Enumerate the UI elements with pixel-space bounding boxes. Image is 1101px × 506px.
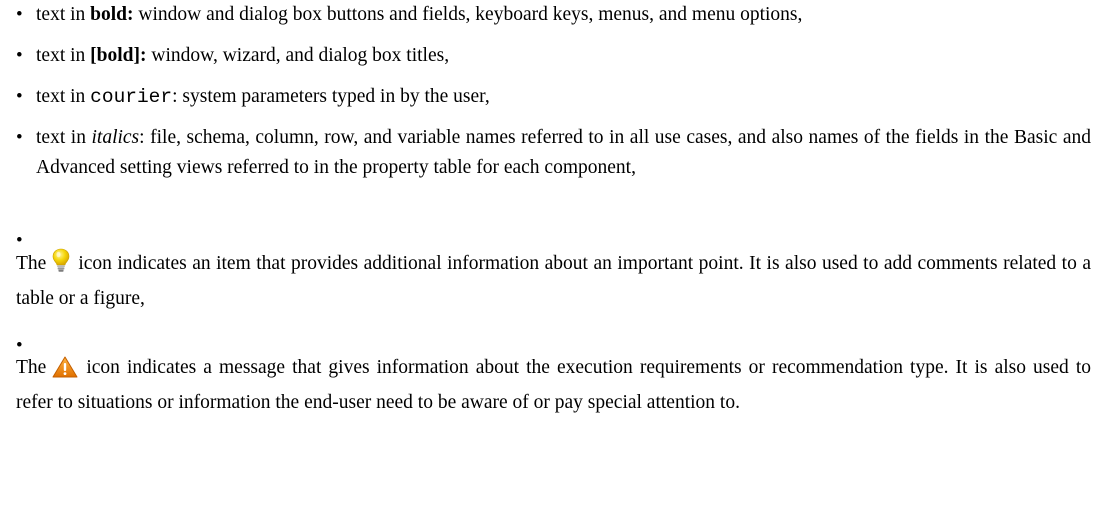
list-item-courier: • text in courier: system parameters typ… [16, 82, 1091, 112]
lightbulb-icon [52, 248, 70, 284]
list-item-tip: • The icon indicates an item that provid… [16, 226, 1091, 314]
bracket-bold-sample: [bold]: [90, 45, 147, 66]
list-item-bracket-bold: • text in [bold]: window, wizard, and di… [16, 41, 1091, 71]
tip-paragraph: The icon indicates an item that provides… [16, 248, 1091, 314]
item-description: window and dialog box buttons and fields… [133, 4, 803, 25]
list-item-text: text in bold: window and dialog box butt… [36, 0, 1091, 30]
document-page: • text in bold: window and dialog box bu… [0, 0, 1101, 506]
item-prefix: text in [36, 45, 91, 66]
bullet: • [16, 4, 23, 25]
bold-sample: bold: [90, 4, 134, 25]
italics-sample: italics [91, 127, 140, 148]
item-prefix: text in [36, 86, 91, 107]
bullet: • [16, 127, 23, 148]
list-item-warning: • The icon indicates a message that give… [16, 331, 1091, 418]
list-item-text: text in [bold]: window, wizard, and dial… [36, 41, 1091, 71]
item-description: icon indicates an item that provides add… [16, 253, 1091, 309]
item-description: icon indicates a message that gives info… [16, 357, 1091, 413]
list-item-text: text in italics: file, schema, column, r… [36, 123, 1091, 183]
list-item-text: text in courier: system parameters typed… [36, 82, 1091, 112]
item-prefix: The [16, 253, 47, 274]
item-prefix: text in [36, 127, 92, 148]
item-prefix: text in [36, 4, 91, 25]
list-item-bold: • text in bold: window and dialog box bu… [16, 0, 1091, 30]
bullet: • [16, 45, 23, 66]
warning-paragraph: The icon indicates a message that gives … [16, 353, 1091, 418]
item-prefix: The [16, 357, 47, 378]
bullet: • [16, 86, 23, 107]
courier-sample: courier [90, 86, 173, 108]
warning-triangle-icon [52, 356, 78, 388]
item-description: : file, schema, column, row, and variabl… [36, 127, 1091, 178]
list-item-italics: • text in italics: file, schema, column,… [16, 123, 1091, 183]
item-description: : system parameters typed in by the user… [172, 86, 490, 107]
item-description: window, wizard, and dialog box titles, [146, 45, 450, 66]
